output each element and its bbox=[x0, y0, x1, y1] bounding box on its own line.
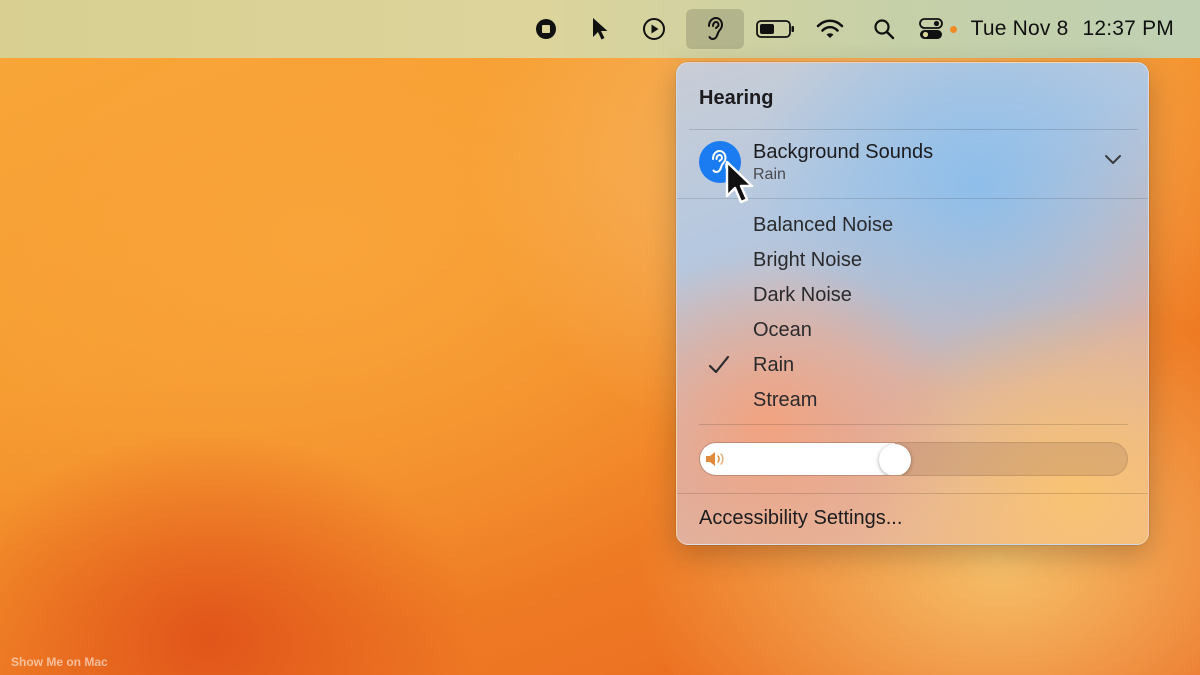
ear-sound-icon bbox=[712, 149, 730, 174]
menu-bar: Tue Nov 8 12:37 PM bbox=[0, 0, 1200, 58]
wifi-icon[interactable] bbox=[808, 9, 852, 49]
accessibility-settings-link[interactable]: Accessibility Settings... bbox=[699, 507, 902, 530]
background-sounds-text: Background Sounds Rain bbox=[753, 141, 933, 184]
speaker-icon bbox=[705, 451, 727, 472]
chevron-down-icon[interactable] bbox=[1104, 153, 1122, 171]
hearing-panel: Hearing Background Sounds Rain Balanced … bbox=[676, 62, 1149, 545]
title-divider bbox=[689, 129, 1138, 130]
list-divider bbox=[699, 424, 1128, 425]
watermark: Show Me on Mac bbox=[11, 655, 108, 669]
sound-item-balanced-noise[interactable]: Balanced Noise bbox=[677, 208, 1148, 243]
hearing-icon[interactable] bbox=[685, 9, 744, 49]
background-sounds-current: Rain bbox=[753, 166, 786, 183]
sound-item-label: Dark Noise bbox=[753, 284, 852, 306]
sound-item-label: Ocean bbox=[753, 319, 812, 341]
sound-item-label: Balanced Noise bbox=[753, 214, 894, 236]
background-sounds-divider bbox=[677, 198, 1148, 199]
sound-item-ocean[interactable]: Ocean bbox=[677, 313, 1148, 348]
control-center-icon[interactable] bbox=[916, 9, 946, 49]
sound-list: Balanced Noise Bright Noise Dark Noise O… bbox=[677, 208, 1148, 418]
sound-item-dark-noise[interactable]: Dark Noise bbox=[677, 278, 1148, 313]
sound-item-stream[interactable]: Stream bbox=[677, 383, 1148, 418]
sound-item-label: Rain bbox=[753, 354, 795, 376]
volume-slider[interactable] bbox=[699, 442, 1128, 476]
menubar-time[interactable]: 12:37 PM bbox=[1083, 17, 1175, 41]
checkmark-icon bbox=[708, 355, 730, 381]
background-sounds-label: Background Sounds bbox=[753, 141, 934, 163]
sound-item-bright-noise[interactable]: Bright Noise bbox=[677, 243, 1148, 278]
recording-indicator-dot bbox=[949, 25, 957, 33]
sound-item-label: Stream bbox=[753, 389, 818, 411]
spotlight-search-icon[interactable] bbox=[862, 9, 906, 49]
menubar-date[interactable]: Tue Nov 8 bbox=[971, 17, 1069, 41]
panel-title: Hearing bbox=[699, 87, 774, 109]
battery-icon[interactable] bbox=[754, 9, 798, 49]
sound-item-label: Bright Noise bbox=[753, 249, 862, 271]
settings-divider bbox=[677, 493, 1148, 494]
volume-slider-knob[interactable] bbox=[879, 444, 911, 475]
background-sounds-row[interactable]: Background Sounds Rain bbox=[689, 131, 1138, 193]
play-icon[interactable] bbox=[632, 9, 676, 49]
background-sounds-toggle[interactable] bbox=[699, 141, 741, 183]
sound-item-rain[interactable]: Rain bbox=[677, 348, 1148, 383]
stop-recording-icon[interactable] bbox=[524, 9, 568, 49]
volume-slider-fill bbox=[700, 443, 895, 475]
pointer-icon[interactable] bbox=[578, 9, 622, 49]
